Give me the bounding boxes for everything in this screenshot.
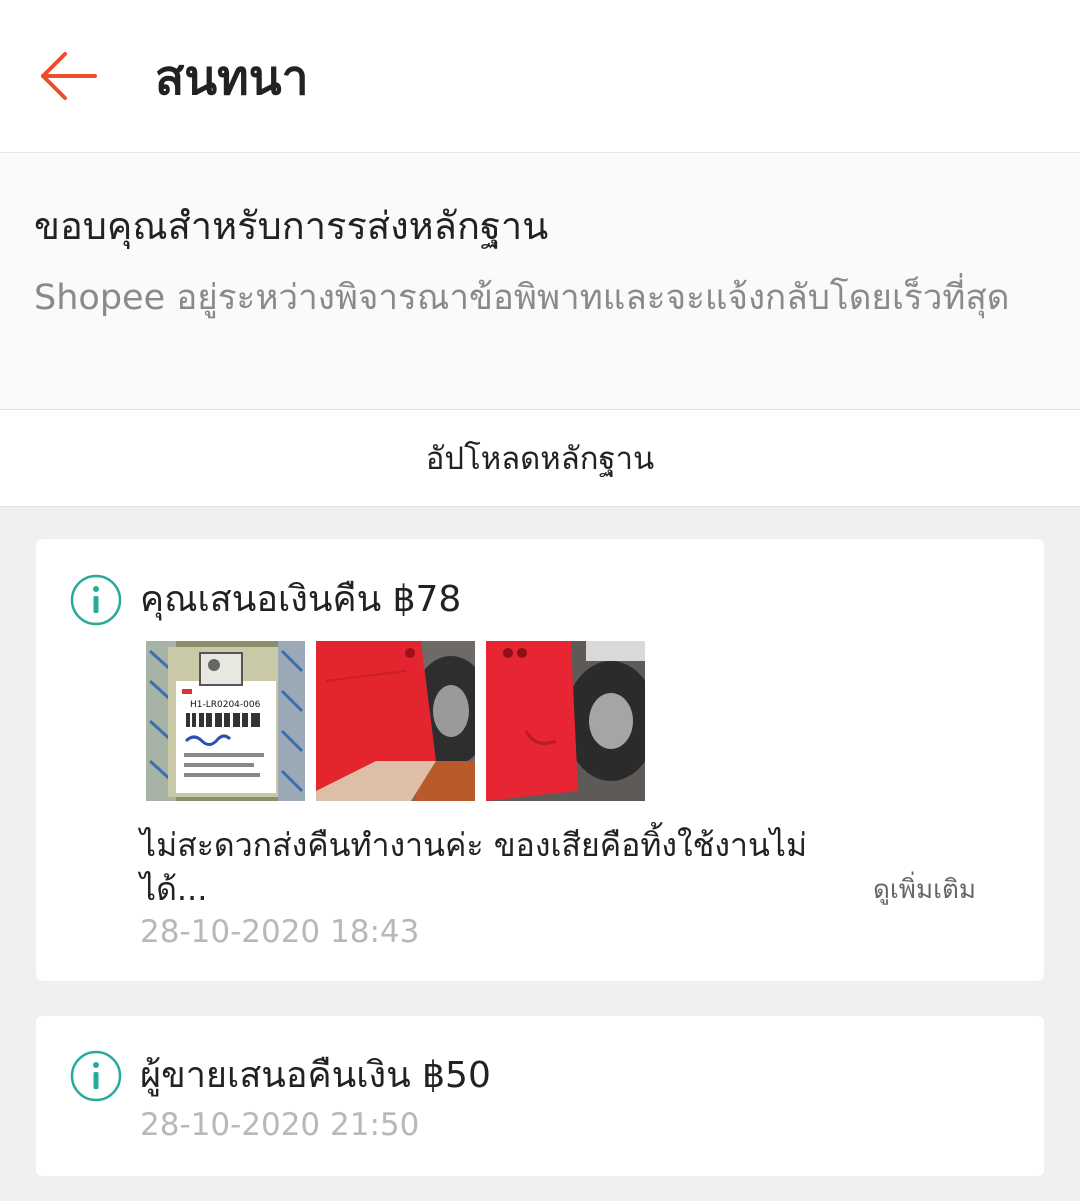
info-icon [70, 574, 122, 626]
see-more-link[interactable]: ดูเพิ่มเติม [873, 869, 976, 910]
timestamp: 28-10-2020 18:43 [140, 914, 420, 950]
back-button[interactable] [32, 44, 104, 108]
notice-description: Shopee อยู่ระหว่างพิจารณาข้อพิพาทและจะแจ… [34, 278, 1010, 318]
shipping-label-code: H1-LR0204-006 [190, 700, 261, 710]
red-case-photo-2[interactable] [486, 641, 645, 801]
refund-message: ไม่สะดวกส่งคืนทำงานค่ะ ของเสียคือทิ้งใช้… [140, 826, 808, 908]
info-icon [70, 1050, 122, 1102]
app-header: สนทนา [0, 0, 1080, 153]
notice-title: ขอบคุณสำหรับการรส่งหลักฐาน [34, 204, 549, 248]
seller-offer-title: ผู้ขายเสนอคืนเงิน ฿50 [140, 1055, 491, 1096]
red-case-photo-1[interactable] [316, 641, 475, 801]
evidence-notice: ขอบคุณสำหรับการรส่งหลักฐาน Shopee อยู่ระ… [0, 153, 1080, 410]
arrow-left-icon [41, 52, 97, 100]
evidence-photos: H1-LR0204-006 [146, 641, 645, 801]
refund-offer-title: คุณเสนอเงินคืน ฿78 [140, 579, 462, 620]
upload-evidence-button[interactable]: อัปโหลดหลักฐาน [0, 410, 1080, 507]
timeline-card: คุณเสนอเงินคืน ฿78 H1-LR0204-006 ไม่สะดว… [36, 539, 1044, 981]
timeline-card: ผู้ขายเสนอคืนเงิน ฿50 28-10-2020 21:50 [36, 1016, 1044, 1176]
shipping-label-photo[interactable]: H1-LR0204-006 [146, 641, 305, 801]
timestamp: 28-10-2020 21:50 [140, 1107, 420, 1143]
upload-evidence-label: อัปโหลดหลักฐาน [425, 441, 655, 477]
page-title: สนทนา [155, 50, 309, 106]
